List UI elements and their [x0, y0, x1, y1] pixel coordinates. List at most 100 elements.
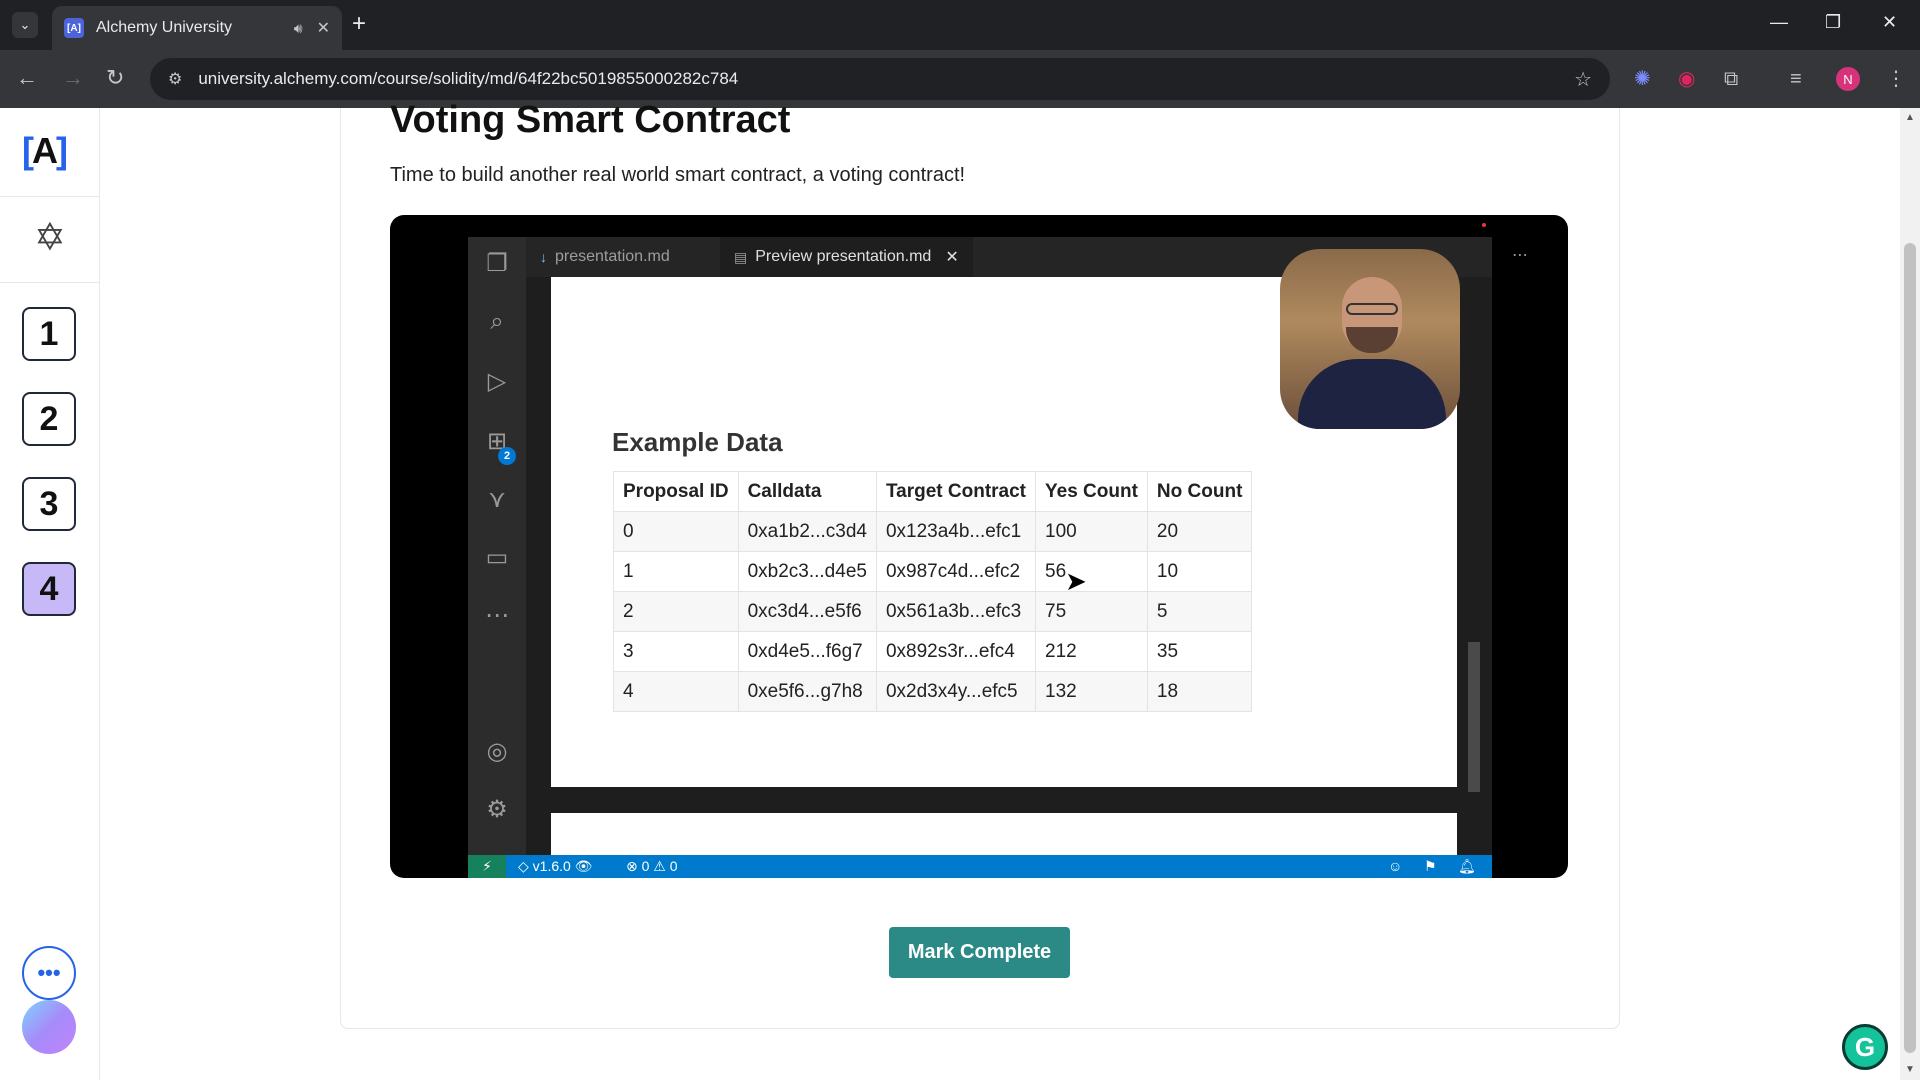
course-overview-icon[interactable]: ✡	[34, 218, 66, 258]
table-cell: 35	[1146, 631, 1253, 672]
table-cell: 212	[1035, 631, 1148, 672]
table-cell: 10	[1146, 551, 1253, 592]
table-cell: 0x123a4b...efc1	[875, 511, 1037, 552]
scroll-down-icon[interactable]: ▼	[1905, 1064, 1915, 1075]
example-data-table: Proposal ID Calldata Target Contract Yes…	[613, 471, 1253, 712]
back-icon[interactable]: ←	[16, 66, 38, 90]
table-cell: 5	[1146, 591, 1253, 632]
table-cell: 0	[613, 511, 739, 552]
table-cell: 0x2d3x4y...efc5	[875, 671, 1037, 712]
mouse-cursor-icon: ➤	[1065, 566, 1087, 596]
column-header: Proposal ID	[613, 471, 739, 512]
explorer-icon: ❐	[486, 250, 508, 277]
url-text: university.alchemy.com/course/solidity/m…	[198, 69, 739, 88]
bell-icon: 🔔︎	[1458, 858, 1476, 874]
markdown-file-icon: ↓	[540, 249, 547, 265]
column-header: Target Contract	[875, 471, 1037, 512]
profile-avatar[interactable]: N	[1836, 67, 1860, 91]
sidebar-step-2[interactable]: 2	[22, 392, 76, 446]
close-icon: ✕	[945, 249, 959, 266]
table-cell: 3	[613, 631, 739, 672]
tab-search-icon[interactable]: ⌄	[12, 12, 38, 38]
table-cell: 4	[613, 671, 739, 712]
address-bar[interactable]: ⚙︎ university.alchemy.com/course/solidit…	[150, 58, 1610, 100]
browser-tab-bar: ⌄ [A] Alchemy University 🔊︎ ✕ + — ❐ ✕	[0, 0, 1920, 50]
table-cell: 0xc3d4...e5f6	[737, 591, 877, 632]
copilot-icon: ☺	[1388, 858, 1403, 874]
window-close-icon[interactable]: ✕	[1882, 12, 1897, 33]
webcam-beard	[1346, 327, 1398, 353]
lesson-video-player[interactable]: ❐ ⌕ ▷ ⊞ 2 ⋎ ▭ ⋯ ◎ ⚙︎ ↓ presentation.md ▤…	[390, 215, 1568, 878]
media-controls-icon[interactable]: ≡	[1790, 68, 1802, 90]
panel-icon: ▭	[485, 544, 509, 571]
table-cell: 132	[1035, 671, 1148, 712]
sidebar-step-1[interactable]: 1	[22, 307, 76, 361]
terraform-icon: ⋎	[488, 486, 506, 513]
table-row: 1 0xb2c3...d4e5 0x987c4d...efc2 56 10	[613, 551, 1253, 592]
grammarly-icon[interactable]: G	[1842, 1024, 1888, 1070]
editor-activity-bar: ❐ ⌕ ▷ ⊞ 2 ⋎ ▭ ⋯ ◎ ⚙︎	[468, 237, 526, 855]
scrollbar-thumb[interactable]	[1904, 243, 1916, 1053]
extensions-badge: 2	[498, 447, 516, 465]
speaker-icon[interactable]: 🔊︎	[294, 20, 303, 37]
sidebar-step-4[interactable]: 4	[22, 562, 76, 616]
extensions-puzzle-icon[interactable]: ⧉	[1724, 68, 1738, 90]
table-cell: 75	[1035, 591, 1148, 632]
user-avatar[interactable]	[22, 1000, 76, 1054]
reload-icon[interactable]: ↻	[106, 66, 124, 90]
table-cell: 0x892s3r...efc4	[875, 631, 1037, 672]
table-cell: 18	[1146, 671, 1253, 712]
column-header: Calldata	[737, 471, 877, 512]
forward-icon[interactable]: →	[62, 66, 84, 90]
mark-complete-button[interactable]: Mark Complete	[889, 927, 1070, 978]
webcam-glasses	[1346, 303, 1398, 315]
editor-tab-presentation: ↓ presentation.md	[526, 237, 684, 277]
more-options-button[interactable]: •••	[22, 946, 76, 1000]
editor-tab-label: Preview presentation.md	[755, 248, 932, 265]
bookmark-star-icon[interactable]: ☆	[1574, 67, 1592, 92]
preview-icon: ▤	[734, 248, 748, 265]
more-icon: ⋯	[485, 602, 509, 629]
browser-tab[interactable]: [A] Alchemy University 🔊︎ ✕	[52, 6, 342, 50]
version-status: ◇ v1.6.0 👁︎	[518, 858, 593, 874]
problems-status: ⊗ 0 ⚠ 0	[626, 858, 678, 874]
webcam-shirt	[1298, 359, 1446, 429]
table-row: 3 0xd4e5...f6g7 0x892s3r...efc4 212 35	[613, 631, 1253, 672]
extension-record-icon[interactable]: ◉	[1678, 68, 1695, 90]
editor-scrollbar	[1468, 642, 1480, 792]
browser-toolbar: ← → ↻ ⚙︎ university.alchemy.com/course/s…	[0, 50, 1920, 108]
close-tab-icon[interactable]: ✕	[317, 18, 330, 38]
scroll-up-icon[interactable]: ▲	[1905, 112, 1915, 123]
settings-gear-icon: ⚙︎	[486, 796, 508, 823]
table-cell: 0xe5f6...g7h8	[737, 671, 877, 712]
table-cell: 100	[1035, 511, 1148, 552]
extension-gear-icon[interactable]: ✺	[1634, 68, 1651, 90]
minimize-icon[interactable]: —	[1770, 12, 1788, 33]
table-cell: 2	[613, 591, 739, 632]
lesson-description: Time to build another real world smart c…	[390, 164, 966, 186]
errors-count: 0	[641, 858, 650, 874]
site-info-icon[interactable]: ⚙︎	[168, 69, 182, 89]
column-header: No Count	[1146, 471, 1253, 512]
sidebar-step-3[interactable]: 3	[22, 477, 76, 531]
column-header: Yes Count	[1035, 471, 1148, 512]
editor-tab-preview: ▤ Preview presentation.md ✕	[720, 237, 973, 277]
table-cell: 0xb2c3...d4e5	[737, 551, 877, 592]
sidebar-divider	[0, 196, 100, 197]
editor-more-icon: ⋯	[1512, 247, 1528, 264]
alchemy-favicon-icon: [A]	[64, 18, 84, 38]
restore-icon[interactable]: ❐	[1825, 12, 1841, 33]
table-header-row: Proposal ID Calldata Target Contract Yes…	[613, 471, 1253, 512]
editor-tab-label: presentation.md	[555, 248, 670, 265]
table-cell: 0xd4e5...f6g7	[737, 631, 877, 672]
page-title: Voting Smart Contract	[390, 99, 791, 141]
new-tab-icon[interactable]: +	[352, 12, 366, 36]
tab-title: Alchemy University	[96, 19, 233, 36]
example-data-heading: Example Data	[612, 427, 783, 457]
alchemy-logo[interactable]: [A]	[22, 130, 68, 172]
browser-menu-icon[interactable]: ⋮	[1886, 68, 1906, 90]
table-row: 2 0xc3d4...e5f6 0x561a3b...efc3 75 5	[613, 591, 1253, 632]
editor-status-bar: ⚡︎ ◇ v1.6.0 👁︎ ⊗ 0 ⚠ 0 ☺ ⚑ 🔔︎	[468, 855, 1492, 878]
page-scrollbar[interactable]: ▲ ▼	[1900, 108, 1920, 1080]
warnings-count: 0	[669, 858, 678, 874]
